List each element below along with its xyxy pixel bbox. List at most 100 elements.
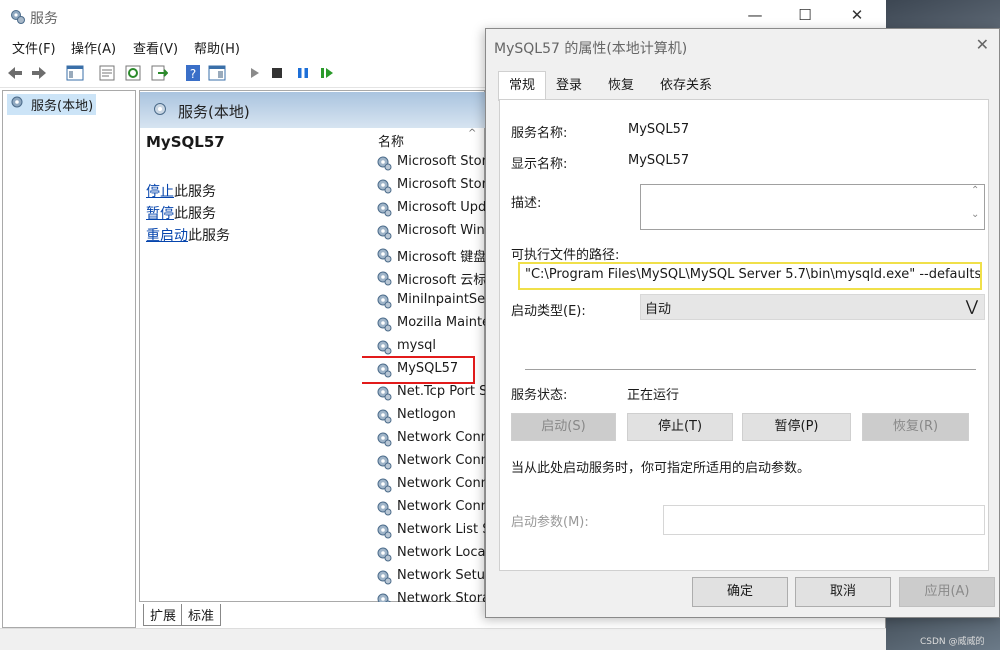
service-row[interactable]: Microsoft Store: [376, 175, 486, 197]
svg-text:?: ?: [190, 67, 196, 81]
service-row[interactable]: Microsoft Upda: [376, 198, 486, 220]
service-row[interactable]: Network Conne: [376, 497, 486, 519]
tab-logon[interactable]: 登录: [546, 74, 592, 98]
stop-button[interactable]: 停止(T): [627, 413, 733, 441]
service-row-name: Network Conne: [397, 476, 486, 491]
service-gear-icon: [377, 271, 392, 286]
service-row[interactable]: MySQL57: [362, 356, 475, 384]
forward-arrow-icon[interactable]: [30, 64, 48, 82]
tree-node-services-local[interactable]: 服务(本地): [7, 94, 97, 115]
menu-view[interactable]: 查看(V): [133, 38, 178, 57]
scroll-down-icon[interactable]: ⌄: [971, 209, 979, 220]
service-row-name: MiniInpaintServ: [397, 292, 486, 307]
stop-service-link[interactable]: 停止: [146, 184, 174, 200]
services-list: 名称 ^ Microsoft Stora Microsoft Store Micro…: [362, 128, 486, 602]
pause-service-icon[interactable]: [294, 64, 312, 82]
minimize-button[interactable]: —: [740, 6, 770, 26]
description-label: 描述:: [511, 196, 542, 211]
back-arrow-icon[interactable]: [6, 64, 24, 82]
cancel-button[interactable]: 取消: [795, 577, 891, 607]
service-row[interactable]: MiniInpaintServ: [376, 290, 486, 312]
apply-button[interactable]: 应用(A): [899, 577, 995, 607]
restart-service-suffix: 此服务: [188, 228, 230, 244]
service-row[interactable]: Microsoft 键盘筛: [376, 244, 486, 266]
service-gear-icon: [377, 386, 392, 401]
restart-service-link[interactable]: 重启动: [146, 228, 188, 244]
ok-button[interactable]: 确定: [692, 577, 788, 607]
service-name-label: 服务名称:: [511, 126, 568, 141]
pause-service-link[interactable]: 暂停: [146, 206, 174, 222]
service-gear-icon: [377, 179, 392, 194]
service-gear-icon: [377, 455, 392, 470]
service-gear-icon: [377, 340, 392, 355]
restart-service-icon[interactable]: [318, 64, 336, 82]
service-row-name: Microsoft Store: [397, 177, 486, 192]
start-button[interactable]: 启动(S): [511, 413, 616, 441]
service-row[interactable]: Network Stora: [376, 589, 486, 602]
service-row[interactable]: Network Conne: [376, 451, 486, 473]
service-gear-icon: [377, 432, 392, 447]
menu-action[interactable]: 操作(A): [71, 38, 116, 57]
service-gear-icon: [377, 478, 392, 493]
service-row[interactable]: Microsoft 云标识: [376, 267, 486, 289]
tab-recovery[interactable]: 恢复: [598, 74, 644, 98]
refresh-icon[interactable]: [124, 64, 142, 82]
services-app-icon: [11, 10, 25, 24]
service-row[interactable]: Network Conne: [376, 428, 486, 450]
close-button[interactable]: ✕: [842, 6, 872, 26]
menu-help[interactable]: 帮助(H): [194, 38, 240, 57]
tab-dependencies[interactable]: 依存关系: [650, 74, 722, 98]
pause-button[interactable]: 暂停(P): [742, 413, 851, 441]
separator: [525, 369, 976, 370]
start-params-input[interactable]: [663, 505, 985, 535]
stop-service-action: 停止此服务: [146, 181, 216, 201]
help-icon[interactable]: ?: [184, 64, 202, 82]
service-row-name: Microsoft 键盘筛: [397, 250, 486, 265]
window-title: 服务: [30, 11, 58, 27]
scroll-up-icon[interactable]: ⌃: [971, 185, 979, 196]
services-node-icon: [11, 96, 23, 108]
service-row[interactable]: Network Conne: [376, 474, 486, 496]
tree-node-label: 服务(本地): [31, 99, 94, 114]
service-row[interactable]: Mozilla Mainte: [376, 313, 486, 335]
console-tree-icon[interactable]: [66, 64, 84, 82]
executable-path-field[interactable]: "C:\Program Files\MySQL\MySQL Server 5.7…: [518, 262, 982, 290]
service-row-name: mysql: [397, 338, 436, 353]
properties-dialog: MySQL57 的属性(本地计算机) ✕ 常规 登录 恢复 依存关系 服务名称:…: [485, 28, 1000, 618]
export-list-icon[interactable]: [150, 64, 168, 82]
selected-service-name: MySQL57: [146, 133, 225, 151]
service-status-label: 服务状态:: [511, 388, 568, 403]
service-row[interactable]: Microsoft Wind: [376, 221, 486, 243]
service-gear-icon: [377, 547, 392, 562]
service-row[interactable]: Microsoft Stora: [376, 152, 486, 174]
detail-pane-title: 服务(本地): [178, 103, 250, 121]
service-gear-icon: [377, 501, 392, 516]
tab-extended[interactable]: 扩展: [143, 604, 184, 626]
tab-general[interactable]: 常规: [498, 71, 547, 101]
service-gear-icon: [377, 363, 392, 378]
service-row[interactable]: mysql: [376, 336, 486, 358]
service-row[interactable]: Netlogon: [376, 405, 486, 427]
resume-button[interactable]: 恢复(R): [862, 413, 969, 441]
menu-file[interactable]: 文件(F): [12, 38, 56, 57]
column-header-name[interactable]: 名称: [378, 131, 404, 150]
status-bar: [0, 628, 886, 650]
startup-type-select[interactable]: 自动 ⋁: [640, 294, 985, 320]
start-service-icon[interactable]: [246, 64, 264, 82]
service-row-name: Microsoft 云标识: [397, 273, 486, 288]
service-row[interactable]: Network List Se: [376, 520, 486, 542]
service-row[interactable]: Network Setup: [376, 566, 486, 588]
startup-type-label: 启动类型(E):: [511, 304, 586, 319]
description-scrollbar[interactable]: ⌃ ⌄: [968, 185, 984, 227]
service-row[interactable]: Network Locati: [376, 543, 486, 565]
tab-standard[interactable]: 标准: [181, 604, 222, 626]
restart-service-action: 重启动此服务: [146, 225, 230, 245]
stop-service-icon[interactable]: [268, 64, 286, 82]
service-row[interactable]: Net.Tcp Port Sh: [376, 382, 486, 404]
properties-page-icon[interactable]: [98, 64, 116, 82]
service-row-name: Network Setup: [397, 568, 486, 583]
maximize-button[interactable]: ☐: [790, 6, 820, 26]
description-field[interactable]: ⌃ ⌄: [640, 184, 985, 230]
action-pane-icon[interactable]: [208, 64, 226, 82]
dialog-close-button[interactable]: ✕: [976, 35, 989, 54]
